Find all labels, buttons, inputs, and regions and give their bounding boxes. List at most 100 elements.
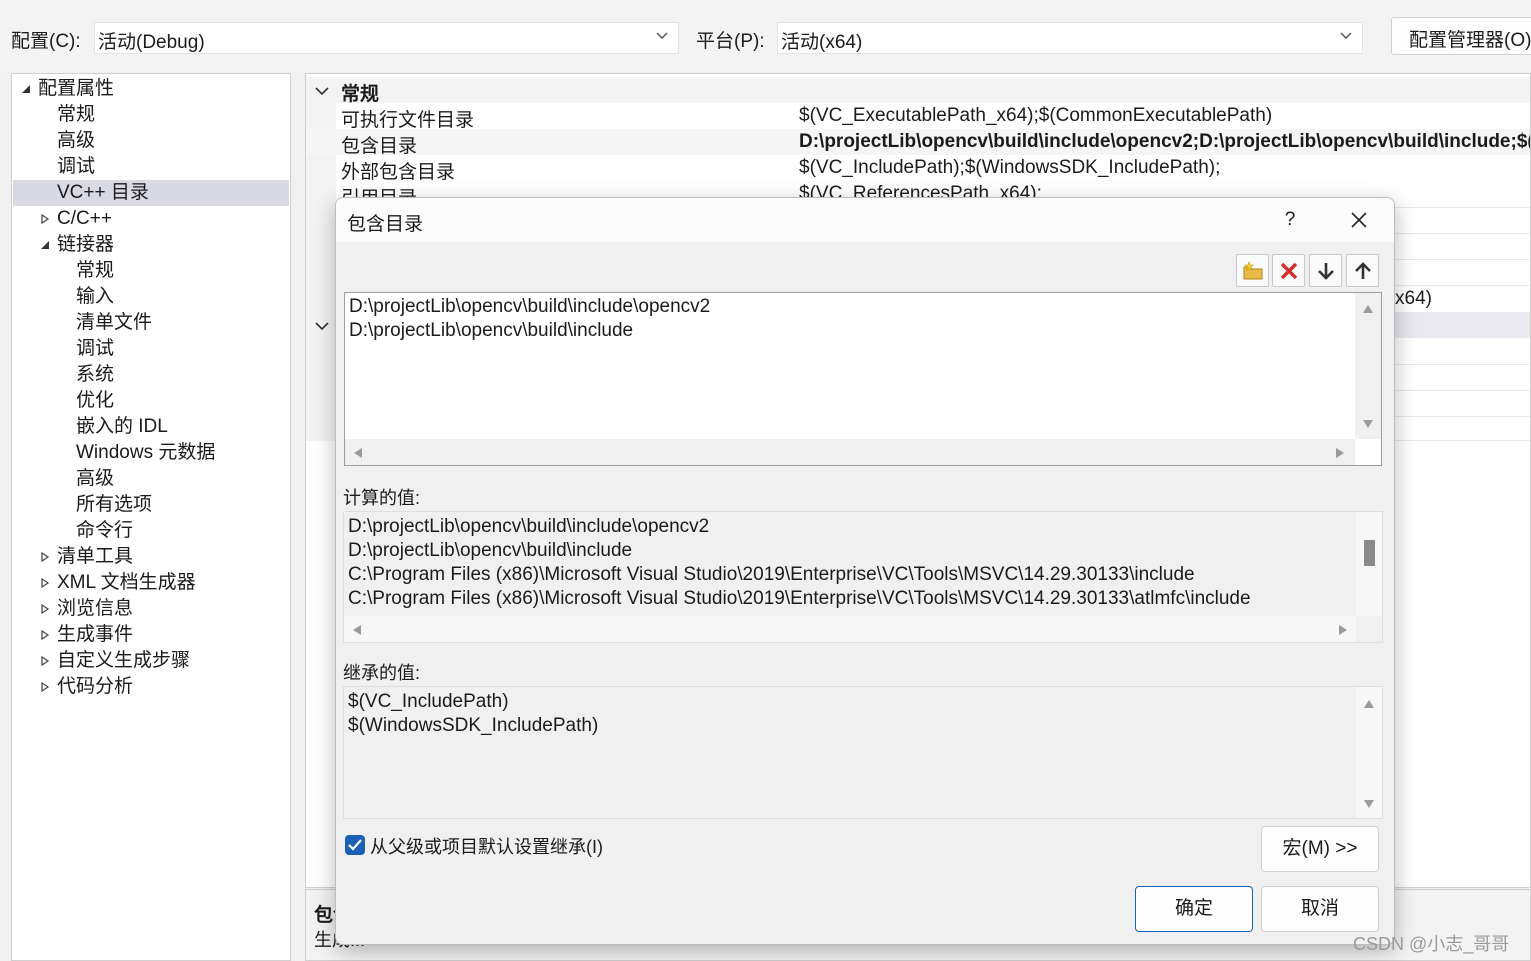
horizontal-scrollbar[interactable] xyxy=(344,616,1356,642)
tree-item-label: 系统 xyxy=(76,364,115,385)
collapsed-triangle-icon[interactable] xyxy=(40,604,50,614)
tree-item-label: 生成事件 xyxy=(57,624,134,645)
platform-combo[interactable]: 活动(x64) xyxy=(777,22,1363,54)
close-button[interactable] xyxy=(1341,206,1377,236)
evaluated-value-line: D:\projectLib\opencv\build\include xyxy=(348,540,633,561)
tree-item[interactable]: 命令行 xyxy=(13,518,289,544)
grid-row-value: D:\projectLib\opencv\build\include\openc… xyxy=(799,131,1530,152)
evaluated-value-line: C:\Program Files (x86)\Microsoft Visual … xyxy=(348,588,1251,609)
tree-item[interactable]: 浏览信息 xyxy=(13,596,289,622)
grid-row-executable-dirs[interactable]: 可执行文件目录 $(VC_ExecutablePath_x64);$(Commo… xyxy=(306,103,1530,131)
collapsed-triangle-icon[interactable] xyxy=(40,578,50,588)
list-item[interactable]: D:\projectLib\opencv\build\include xyxy=(349,320,633,342)
tree-item-label: 清单工具 xyxy=(57,546,134,567)
move-down-button[interactable] xyxy=(1309,254,1342,287)
tree-item[interactable]: XML 文档生成器 xyxy=(13,570,289,596)
scroll-up-icon[interactable] xyxy=(1363,699,1375,709)
grid-row-external-include-dirs[interactable]: 外部包含目录 $(VC_IncludePath);$(WindowsSDK_In… xyxy=(306,155,1530,183)
dialog-title-bar[interactable]: 包含目录 ? xyxy=(336,198,1394,242)
vertical-scrollbar[interactable] xyxy=(1356,512,1382,616)
grid-partial-value: x64) xyxy=(1395,288,1432,309)
scroll-thumb[interactable] xyxy=(1364,540,1375,566)
grid-divider xyxy=(1386,390,1530,391)
evaluated-value-line: C:\Program Files (x86)\Microsoft Visual … xyxy=(348,564,1195,585)
tree-item[interactable]: 调试 xyxy=(13,154,289,180)
grid-row-name: 可执行文件目录 xyxy=(341,110,475,131)
config-combo[interactable]: 活动(Debug) xyxy=(94,22,679,54)
tree-item[interactable]: 生成事件 xyxy=(13,622,289,648)
delete-line-button[interactable] xyxy=(1272,254,1305,287)
collapsed-triangle-icon[interactable] xyxy=(40,630,50,640)
chevron-down-icon[interactable] xyxy=(315,320,329,332)
vertical-scrollbar[interactable] xyxy=(1356,687,1382,818)
macro-button[interactable]: 宏(M) >> xyxy=(1261,826,1379,872)
tree-item-label: 嵌入的 IDL xyxy=(76,416,168,437)
configuration-manager-button[interactable]: 配置管理器(O)... xyxy=(1391,17,1531,55)
evaluated-value-line: D:\projectLib\opencv\build\include\openc… xyxy=(348,516,710,537)
grid-section-header[interactable]: 常规 xyxy=(306,77,1530,105)
tree-item-label: VC++ 目录 xyxy=(57,182,149,203)
vertical-scrollbar[interactable] xyxy=(1355,293,1381,439)
expanded-triangle-icon[interactable] xyxy=(21,84,31,94)
directory-list[interactable]: D:\projectLib\opencv\build\include\openc… xyxy=(344,292,1382,466)
tree-item[interactable]: 代码分析 xyxy=(13,674,289,700)
tree-item-label: 调试 xyxy=(76,338,115,359)
collapsed-triangle-icon[interactable] xyxy=(40,682,50,692)
scroll-left-icon[interactable] xyxy=(353,447,363,459)
collapsed-triangle-icon[interactable] xyxy=(40,552,50,562)
tree-item[interactable]: 优化 xyxy=(13,388,289,414)
configuration-bar: 配置(C): 活动(Debug) 平台(P): 活动(x64) 配置管理器(O)… xyxy=(0,0,1531,72)
tree-item[interactable]: Windows 元数据 xyxy=(13,440,289,466)
new-line-button[interactable] xyxy=(1236,254,1269,287)
tree-item[interactable]: 常规 xyxy=(13,258,289,284)
inherit-checkbox[interactable] xyxy=(345,835,365,855)
chevron-down-icon xyxy=(656,32,668,40)
tree-item[interactable]: 输入 xyxy=(13,284,289,310)
scroll-right-icon[interactable] xyxy=(1335,447,1345,459)
tree-item[interactable]: 清单工具 xyxy=(13,544,289,570)
tree-item-label: 优化 xyxy=(76,390,115,411)
tree-item[interactable]: 系统 xyxy=(13,362,289,388)
tree-item[interactable]: 清单文件 xyxy=(13,310,289,336)
collapsed-triangle-icon[interactable] xyxy=(40,656,50,666)
checkmark-icon xyxy=(348,839,362,851)
tree-item-label: XML 文档生成器 xyxy=(57,572,196,593)
property-tree[interactable]: 配置属性 常规 高级 调试 VC++ 目录 C/C++ 链接器 常规 输入 清单文件 调试 系统 优化嵌… xyxy=(11,73,291,961)
grid-row-name: 外部包含目录 xyxy=(341,162,456,183)
tree-item[interactable]: 所有选项 xyxy=(13,492,289,518)
ok-button[interactable]: 确定 xyxy=(1135,886,1253,932)
tree-item[interactable]: 嵌入的 IDL xyxy=(13,414,289,440)
grid-row-include-dirs[interactable]: 包含目录 D:\projectLib\opencv\build\include\… xyxy=(306,129,1530,157)
tree-item[interactable]: 高级 xyxy=(13,128,289,154)
tree-item[interactable]: 自定义生成步骤 xyxy=(13,648,289,674)
tree-item[interactable]: 高级 xyxy=(13,466,289,492)
scroll-right-icon[interactable] xyxy=(1338,624,1348,636)
tree-item[interactable]: 配置属性 xyxy=(13,76,289,102)
scroll-left-icon[interactable] xyxy=(352,624,362,636)
collapsed-triangle-icon[interactable] xyxy=(40,214,50,224)
scroll-up-icon[interactable] xyxy=(1362,304,1374,314)
evaluated-value-label: 计算的值: xyxy=(343,488,421,508)
tree-item-label: Windows 元数据 xyxy=(76,442,216,463)
delete-icon xyxy=(1280,262,1298,280)
inherit-checkbox-label[interactable]: 从父级或项目默认设置继承(I) xyxy=(370,833,603,859)
grid-row-selected[interactable] xyxy=(1395,312,1530,338)
cancel-button[interactable]: 取消 xyxy=(1261,886,1379,932)
tree-item[interactable]: 调试 xyxy=(13,336,289,362)
tree-item[interactable]: 链接器 xyxy=(13,232,289,258)
new-folder-icon xyxy=(1243,261,1263,280)
tree-item[interactable]: VC++ 目录 xyxy=(13,180,289,206)
scroll-down-icon[interactable] xyxy=(1363,799,1375,809)
scroll-down-icon[interactable] xyxy=(1362,419,1374,429)
list-item[interactable]: D:\projectLib\opencv\build\include\openc… xyxy=(349,296,710,318)
move-up-button[interactable] xyxy=(1346,254,1379,287)
expanded-triangle-icon[interactable] xyxy=(40,240,50,250)
tree-item[interactable]: 常规 xyxy=(13,102,289,128)
grid-divider xyxy=(1386,416,1530,417)
tree-item-label: 高级 xyxy=(57,130,96,151)
help-button[interactable]: ? xyxy=(1272,203,1308,239)
tree-item[interactable]: C/C++ xyxy=(13,206,289,232)
platform-value: 活动(x64) xyxy=(781,32,863,53)
horizontal-scrollbar[interactable] xyxy=(345,439,1355,465)
tree-item-label: 高级 xyxy=(76,468,115,489)
